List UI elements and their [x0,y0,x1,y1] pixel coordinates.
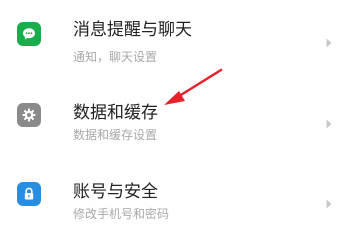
settings-item-title: 数据和缓存 [73,103,158,123]
chevron-right-icon [326,119,332,129]
settings-item-subtitle: 修改手机号和密码 [73,207,170,221]
settings-item-title: 消息提醒与聊天 [73,20,192,40]
settings-item-title: 账号与安全 [73,182,158,202]
settings-item-data-cache[interactable]: 数据和缓存 数据和缓存设置 [0,80,340,150]
chat-bubble-icon [17,22,41,46]
gear-icon [17,103,41,127]
settings-item-subtitle: 通知，聊天设置 [73,50,158,64]
lock-icon [17,182,41,206]
settings-item-notifications-chat[interactable]: 消息提醒与聊天 通知，聊天设置 [0,0,340,70]
settings-item-account-security[interactable]: 账号与安全 修改手机号和密码 [0,165,340,235]
settings-item-subtitle: 数据和缓存设置 [73,128,158,142]
chevron-right-icon [326,38,332,48]
settings-list: 消息提醒与聊天 通知，聊天设置 数据和缓存 数据和缓存设置 账号与安全 修改手机… [0,0,340,241]
chevron-right-icon [326,199,332,209]
